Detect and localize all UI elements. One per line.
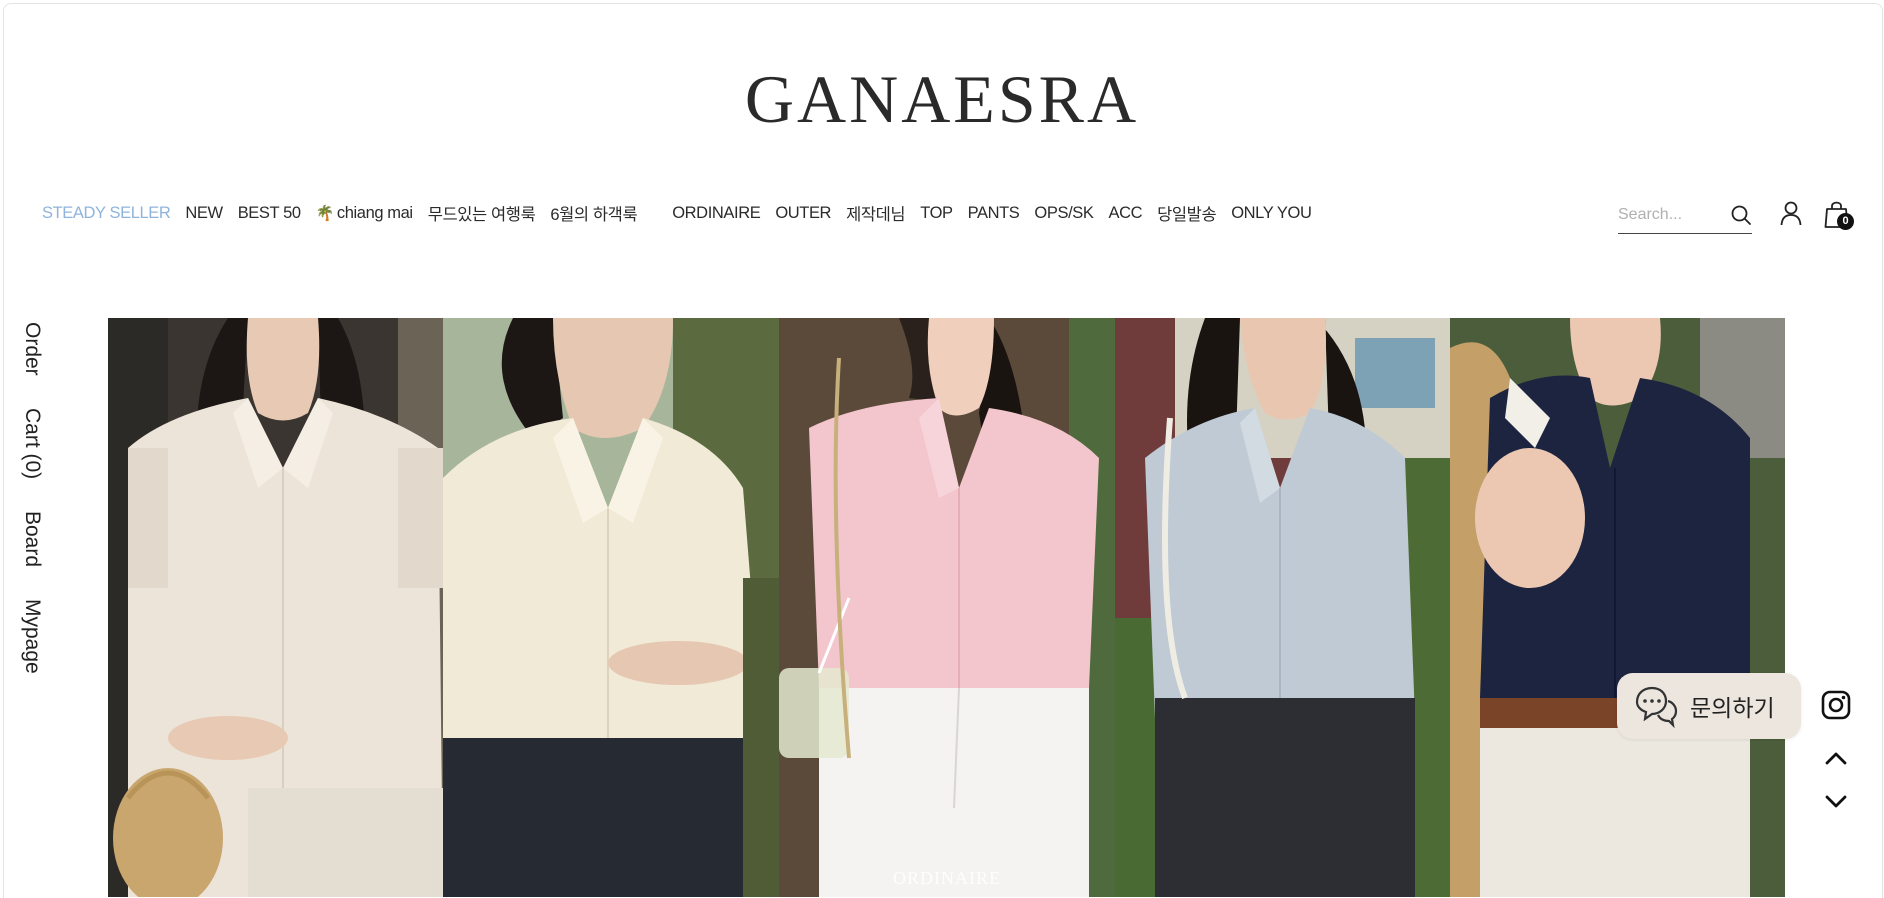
nav-item-pants[interactable]: PANTS [968,204,1020,223]
nav-item-wedding-guest-look[interactable]: 6월의 하객룩 [550,201,637,225]
nav-item-chiang-mai[interactable]: 🌴 chiang mai [316,204,413,223]
nav-item-top[interactable]: TOP [920,204,953,223]
banner-watermark: ORDINAIRE [893,868,1001,888]
nav-item-best-50[interactable]: BEST 50 [238,204,301,223]
main-nav: STEADY SELLER NEW BEST 50 🌴 chiang mai 무드… [42,201,1327,225]
chat-label: 문의하기 [1690,695,1775,721]
search-box [1618,198,1752,234]
side-item-cart[interactable]: Cart (0) [20,408,44,479]
nav-item-ops-sk[interactable]: OPS/SK [1034,204,1093,223]
nav-item-steady-seller[interactable]: STEADY SELLER [42,204,171,223]
banner-panel-pink-shirt[interactable]: ORDINAIRE [779,318,1115,897]
banner-panel-cream-shirt[interactable] [108,318,443,897]
cart-count-badge: 0 [1837,213,1854,230]
banner-panel-sky-shirt[interactable] [1115,318,1450,897]
instagram-icon[interactable] [1820,689,1852,721]
side-item-order[interactable]: Order [20,322,44,376]
nav-item-ordinaire[interactable]: ORDINAIRE [672,204,760,223]
nav-item-chiang-mai-label: chiang mai [336,203,413,222]
banner-strip[interactable]: ORDINAIRE [108,318,1785,897]
side-item-mypage[interactable]: Mypage [20,599,44,674]
nav-item-outer[interactable]: OUTER [775,204,831,223]
banner-panel-ivory-shirt[interactable] [443,318,779,897]
nav-item-same-day-shipping[interactable]: 당일발송 [1157,201,1217,225]
nav-item-new[interactable]: NEW [185,204,223,223]
chat-icon [1635,686,1678,728]
palm-tree-icon: 🌴 [315,204,335,222]
search-input[interactable] [1618,204,1718,226]
nav-item-denim[interactable]: 제작데님 [846,201,906,225]
user-icon[interactable] [1778,200,1804,226]
nav-item-travel-look[interactable]: 무드있는 여행룩 [428,201,536,225]
brand-logo[interactable]: GANAESRA [0,60,1884,139]
nav-item-acc[interactable]: ACC [1108,204,1142,223]
banner-panel-navy-shirt[interactable] [1450,318,1785,897]
chevron-down-icon[interactable] [1824,794,1848,810]
side-menu: Order Cart (0) Board Mypage [20,322,50,706]
chevron-up-icon[interactable] [1824,750,1848,766]
search-icon[interactable] [1730,204,1752,226]
side-item-board[interactable]: Board [20,511,44,567]
nav-item-only-you[interactable]: ONLY YOU [1231,204,1312,223]
inquiry-chat-button[interactable]: 문의하기 [1617,673,1801,739]
